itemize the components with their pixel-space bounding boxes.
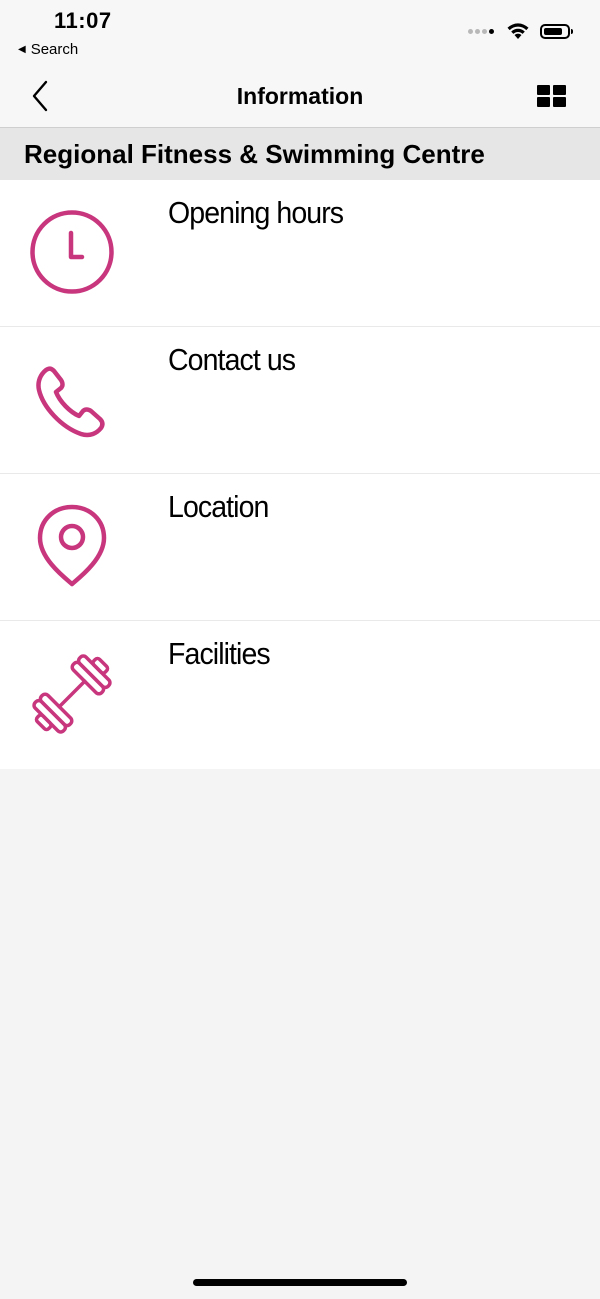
home-indicator[interactable] [193, 1279, 407, 1286]
location-pin-icon [37, 504, 107, 587]
wifi-icon [507, 23, 529, 39]
dumbbell-icon [32, 654, 112, 734]
item-label: Contact us [168, 342, 296, 377]
grid-menu-icon[interactable] [537, 85, 566, 107]
back-triangle-icon: ◀ [18, 44, 26, 55]
list-item-contact-us[interactable]: Contact us [0, 327, 600, 474]
clock-icon [30, 210, 114, 294]
battery-icon [540, 23, 573, 39]
back-to-app-label: Search [30, 41, 79, 58]
page-title: Information [236, 83, 364, 109]
status-bar: 11:07 ◀ Search [0, 0, 600, 64]
back-to-app-link[interactable]: ◀ Search [18, 41, 78, 58]
item-label: Location [168, 489, 269, 524]
section-title: Regional Fitness & Swimming Centre [0, 128, 600, 180]
navigation-bar: Information [0, 64, 600, 128]
cellular-signal-icon [468, 28, 496, 34]
item-label: Opening hours [168, 195, 344, 230]
info-list: Opening hours Contact us Location Facili… [0, 180, 600, 769]
list-item-opening-hours[interactable]: Opening hours [0, 180, 600, 327]
phone-icon [36, 366, 105, 438]
list-item-facilities[interactable]: Facilities [0, 621, 600, 769]
item-label: Facilities [168, 636, 271, 671]
status-icons [468, 22, 573, 40]
status-time: 11:07 [54, 8, 112, 33]
list-item-location[interactable]: Location [0, 474, 600, 621]
